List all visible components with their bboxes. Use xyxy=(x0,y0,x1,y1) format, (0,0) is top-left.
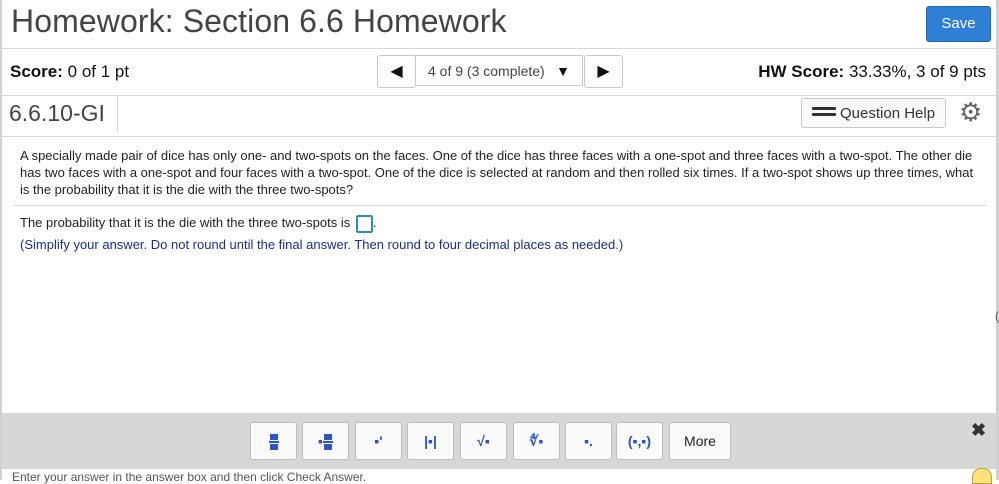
exponent-button[interactable]: ▪' xyxy=(355,422,402,460)
square-root-button[interactable]: √▪ xyxy=(460,422,507,460)
score-value: 0 of 1 pt xyxy=(67,62,130,81)
question-header: 6.6.10-GI Question Help ⚙ xyxy=(2,96,996,137)
score-row: Score: 0 of 1 pt ◀ 4 of 9 (3 complete) ▼… xyxy=(2,49,996,96)
absolute-value-icon: |▪| xyxy=(424,433,437,449)
question-position: 4 of 9 (3 complete) xyxy=(428,63,545,79)
question-divider xyxy=(14,205,986,206)
answer-suffix: . xyxy=(372,215,377,230)
help-bubble-icon[interactable] xyxy=(972,468,992,484)
nth-root-icon: ∜▪ xyxy=(529,433,544,449)
interval-button[interactable]: (▪,▪) xyxy=(616,422,663,460)
previous-question-button[interactable]: ◀ xyxy=(377,55,416,88)
answer-input[interactable] xyxy=(355,215,373,233)
question-select-dropdown[interactable]: 4 of 9 (3 complete) ▼ xyxy=(415,55,583,86)
interval-icon: (▪,▪) xyxy=(627,433,652,449)
triangle-left-icon: ◀ xyxy=(390,63,403,80)
answer-hint: (Simplify your answer. Do not round unti… xyxy=(20,237,624,252)
question-id: 6.6.10-GI xyxy=(9,100,105,126)
instruction-text: Enter your answer in the answer box and … xyxy=(12,470,367,484)
gear-icon[interactable]: ⚙ xyxy=(959,99,982,125)
next-question-button[interactable]: ▶ xyxy=(584,55,623,88)
list-icon xyxy=(812,107,836,122)
answer-line: The probability that it is the die with … xyxy=(20,215,376,233)
question-navigator: ◀ 4 of 9 (3 complete) ▼ ▶ xyxy=(377,55,623,88)
math-toolbar: ▪ ▪' |▪| √▪ ∜▪ ▪. (▪,▪) More ✖ xyxy=(2,413,996,469)
absolute-value-button[interactable]: |▪| xyxy=(407,422,454,460)
mixed-number-icon: ▪ xyxy=(318,433,333,451)
page-title: Homework: Section 6.6 Homework xyxy=(11,3,507,39)
divider xyxy=(117,96,118,132)
fraction-icon xyxy=(268,433,279,451)
hw-score-value: 33.33%, 3 of 9 pts xyxy=(848,62,986,81)
edge-mark: ( xyxy=(995,309,999,323)
nth-root-button[interactable]: ∜▪ xyxy=(513,422,560,460)
title-bar: Homework: Section 6.6 Homework Save xyxy=(2,0,996,49)
chevron-down-icon: ▼ xyxy=(556,63,570,79)
question-text: A specially made pair of dice has only o… xyxy=(20,148,974,197)
square-root-icon: √▪ xyxy=(477,433,490,449)
question-help-button[interactable]: Question Help xyxy=(801,98,946,128)
homework-window: Homework: Section 6.6 Homework Save Scor… xyxy=(0,0,999,484)
more-button[interactable]: More xyxy=(669,422,731,460)
answer-prompt: The probability that it is the die with … xyxy=(20,215,351,230)
decimal-icon: ▪. xyxy=(584,433,593,449)
save-button[interactable]: Save xyxy=(926,6,991,42)
status-strip: Enter your answer in the answer box and … xyxy=(2,468,996,484)
decimal-button[interactable]: ▪. xyxy=(565,422,612,460)
triangle-right-icon: ▶ xyxy=(597,63,610,80)
score: Score: 0 of 1 pt xyxy=(10,62,129,82)
mixed-number-button[interactable]: ▪ xyxy=(302,422,349,460)
exponent-icon: ▪' xyxy=(374,433,383,449)
fraction-button[interactable] xyxy=(250,422,297,460)
hw-score: HW Score: 33.33%, 3 of 9 pts xyxy=(758,62,986,82)
hw-score-label: HW Score: xyxy=(758,62,845,81)
score-label: Score: xyxy=(10,62,63,81)
close-icon[interactable]: ✖ xyxy=(971,420,986,441)
question-help-label: Question Help xyxy=(840,105,936,122)
